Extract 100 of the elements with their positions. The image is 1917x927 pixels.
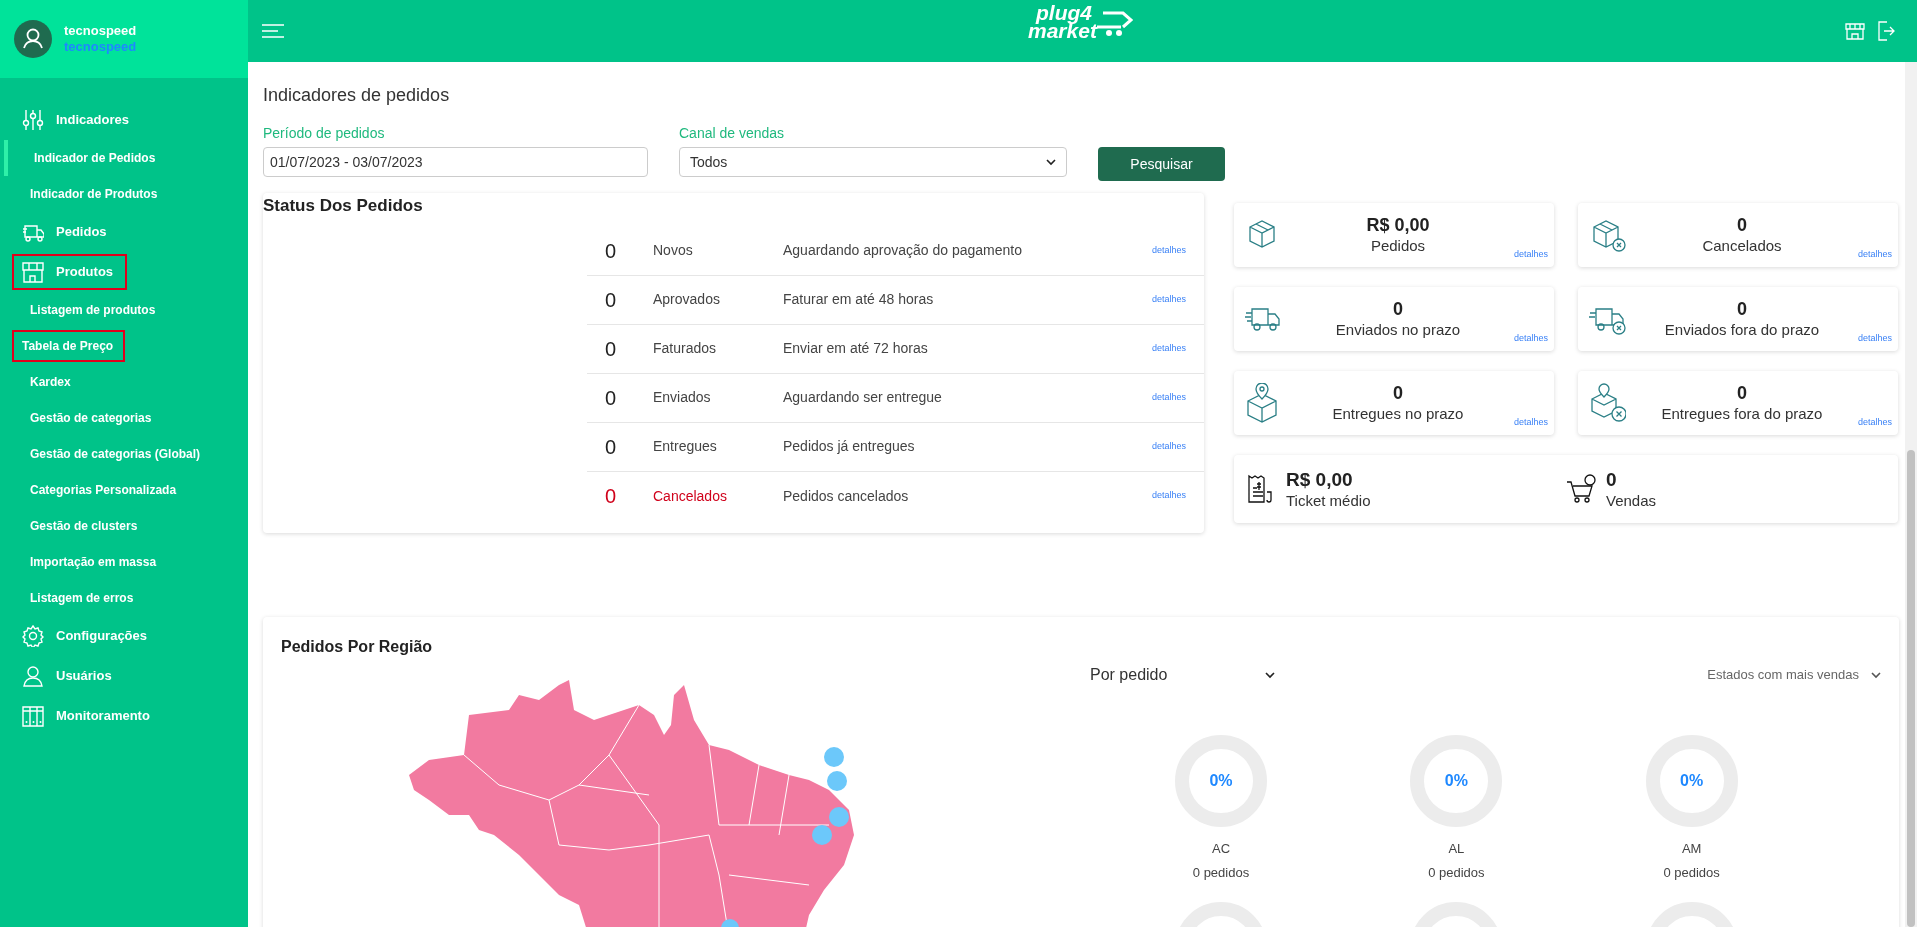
sidebar-item[interactable]: Kardex bbox=[0, 364, 85, 400]
status-description: Enviar em até 72 horas bbox=[783, 339, 929, 358]
state-code: AC bbox=[1211, 840, 1231, 858]
stat-value: 0 bbox=[1392, 382, 1403, 405]
sidebar-item[interactable]: Listagem de produtos bbox=[0, 292, 170, 328]
summary-value: 0 bbox=[1606, 467, 1617, 492]
stat-value: 0 bbox=[1736, 382, 1747, 405]
sidebar-item[interactable]: Categorias Personalizada bbox=[0, 472, 191, 508]
stat-value: 0 bbox=[1392, 298, 1403, 321]
date-range-field[interactable]: 01/07/2023 - 03/07/2023 bbox=[263, 147, 648, 177]
stat-label: Enviados fora do prazo bbox=[1664, 320, 1820, 340]
company-name: tecnospeed bbox=[64, 39, 137, 56]
stat-value: 0 bbox=[1736, 214, 1747, 237]
order-count: 0 pedidos bbox=[1428, 863, 1485, 882]
sidebar-item[interactable]: Pedidos bbox=[0, 212, 123, 252]
sidebar-item[interactable]: Indicadores bbox=[0, 100, 145, 140]
chevron-down-icon bbox=[1265, 671, 1275, 679]
stat-label: Entregues no prazo bbox=[1332, 404, 1464, 424]
details-link[interactable]: detalhes bbox=[1151, 489, 1186, 503]
sidebar-item[interactable]: Gestão de clusters bbox=[0, 508, 152, 544]
metric-select[interactable]: Por pedido bbox=[1085, 661, 1280, 689]
server-rack-icon bbox=[22, 705, 44, 727]
page-title: Indicadores de pedidos bbox=[263, 84, 450, 107]
status-description: Pedidos já entregues bbox=[783, 437, 916, 456]
state-code: AL bbox=[1448, 840, 1465, 858]
status-count: 0 bbox=[604, 287, 618, 313]
channel-select[interactable]: Todos bbox=[679, 147, 1067, 177]
chevron-down-icon bbox=[1046, 158, 1056, 166]
status-count: 0 bbox=[604, 385, 618, 411]
details-link[interactable]: detalhes bbox=[1857, 331, 1892, 345]
user-name: tecnospeed bbox=[64, 22, 137, 39]
logout-icon bbox=[1877, 21, 1895, 41]
stat-label: Enviados no prazo bbox=[1335, 320, 1461, 340]
status-description: Aguardando ser entregue bbox=[783, 388, 943, 407]
sidebar-item[interactable]: Usuários bbox=[0, 656, 128, 696]
sidebar-item[interactable]: Configurações bbox=[0, 616, 163, 656]
status-label: Enviados bbox=[653, 388, 712, 407]
sidebar-item[interactable]: Importação em massa bbox=[0, 544, 171, 580]
details-link[interactable]: detalhes bbox=[1151, 439, 1186, 454]
sidebar-item[interactable]: Indicador de Pedidos bbox=[4, 140, 170, 176]
card-title: Status Dos Pedidos bbox=[263, 195, 423, 217]
status-description: Pedidos cancelados bbox=[783, 486, 910, 506]
ranking-select[interactable]: Estados com mais vendas bbox=[1707, 661, 1881, 689]
search-button[interactable]: Pesquisar bbox=[1098, 147, 1225, 181]
status-count: 0 bbox=[604, 336, 618, 362]
sidebar-item[interactable]: Monitoramento bbox=[0, 696, 166, 736]
field-label: Canal de vendas bbox=[679, 124, 785, 143]
status-description: Faturar em até 48 horas bbox=[783, 290, 935, 309]
sidebar-item[interactable]: Gestão de categorias bbox=[0, 400, 166, 436]
state-code: AM bbox=[1681, 840, 1702, 858]
store-icon bbox=[1845, 21, 1865, 41]
stat-label: Pedidos bbox=[1370, 236, 1426, 256]
status-label: Cancelados bbox=[653, 486, 728, 506]
details-link[interactable]: detalhes bbox=[1151, 292, 1186, 307]
menu-button[interactable] bbox=[262, 23, 284, 39]
status-count: 0 bbox=[604, 434, 618, 460]
status-description: Aguardando aprovação do pagamento bbox=[783, 241, 1023, 260]
status-label: Aprovados bbox=[653, 290, 721, 309]
box-pin-cancel-icon bbox=[1588, 383, 1626, 423]
status-count: 0 bbox=[604, 238, 618, 264]
details-link[interactable]: detalhes bbox=[1857, 247, 1892, 261]
logo-text: plug4 bbox=[1035, 4, 1092, 22]
field-label: Período de pedidos bbox=[263, 124, 385, 143]
sidebar-item[interactable]: Produtos bbox=[10, 252, 130, 292]
summary-value: R$ 0,00 bbox=[1286, 467, 1353, 492]
details-link[interactable]: detalhes bbox=[1151, 341, 1186, 356]
logout-button[interactable] bbox=[1877, 21, 1895, 41]
scrollbar-thumb[interactable] bbox=[1907, 450, 1915, 927]
scrollbar[interactable] bbox=[1905, 62, 1917, 927]
cart-coin-icon bbox=[1566, 474, 1596, 504]
menu-icon bbox=[262, 24, 284, 38]
sidebar-item[interactable]: Tabela de Preço bbox=[10, 328, 128, 364]
sidebar-item[interactable]: Gestão de categorias (Global) bbox=[0, 436, 215, 472]
status-count: 0 bbox=[604, 484, 618, 509]
store-button[interactable] bbox=[1845, 21, 1865, 41]
percent-value: 0% bbox=[1209, 771, 1233, 791]
status-label: Novos bbox=[653, 241, 694, 260]
details-link[interactable]: detalhes bbox=[1151, 390, 1186, 405]
sidebar-item[interactable]: Listagem de erros bbox=[0, 580, 148, 616]
details-link[interactable]: detalhes bbox=[1513, 247, 1548, 261]
stat-label: Entregues fora do prazo bbox=[1661, 404, 1823, 424]
details-link[interactable]: detalhes bbox=[1857, 415, 1892, 429]
order-count: 0 pedidos bbox=[1192, 863, 1250, 882]
store-icon bbox=[22, 261, 44, 283]
percent-value: 0% bbox=[1680, 771, 1704, 791]
sidebar-item[interactable]: Indicador de Produtos bbox=[0, 176, 172, 212]
summary-label: Ticket médio bbox=[1286, 491, 1371, 511]
details-link[interactable]: detalhes bbox=[1151, 243, 1186, 258]
details-link[interactable]: detalhes bbox=[1513, 331, 1548, 345]
chevron-down-icon bbox=[1871, 671, 1881, 679]
gear-icon bbox=[22, 625, 44, 647]
stat-label: Cancelados bbox=[1702, 236, 1782, 256]
user-icon bbox=[22, 665, 44, 687]
details-link[interactable]: detalhes bbox=[1513, 415, 1548, 429]
user-avatar-icon bbox=[14, 20, 52, 58]
stat-value: 0 bbox=[1736, 298, 1747, 321]
card-title: Pedidos Por Região bbox=[281, 637, 433, 657]
status-label: Entregues bbox=[653, 437, 718, 456]
stat-value: R$ 0,00 bbox=[1366, 214, 1430, 237]
percent-value: 0% bbox=[1444, 771, 1468, 791]
